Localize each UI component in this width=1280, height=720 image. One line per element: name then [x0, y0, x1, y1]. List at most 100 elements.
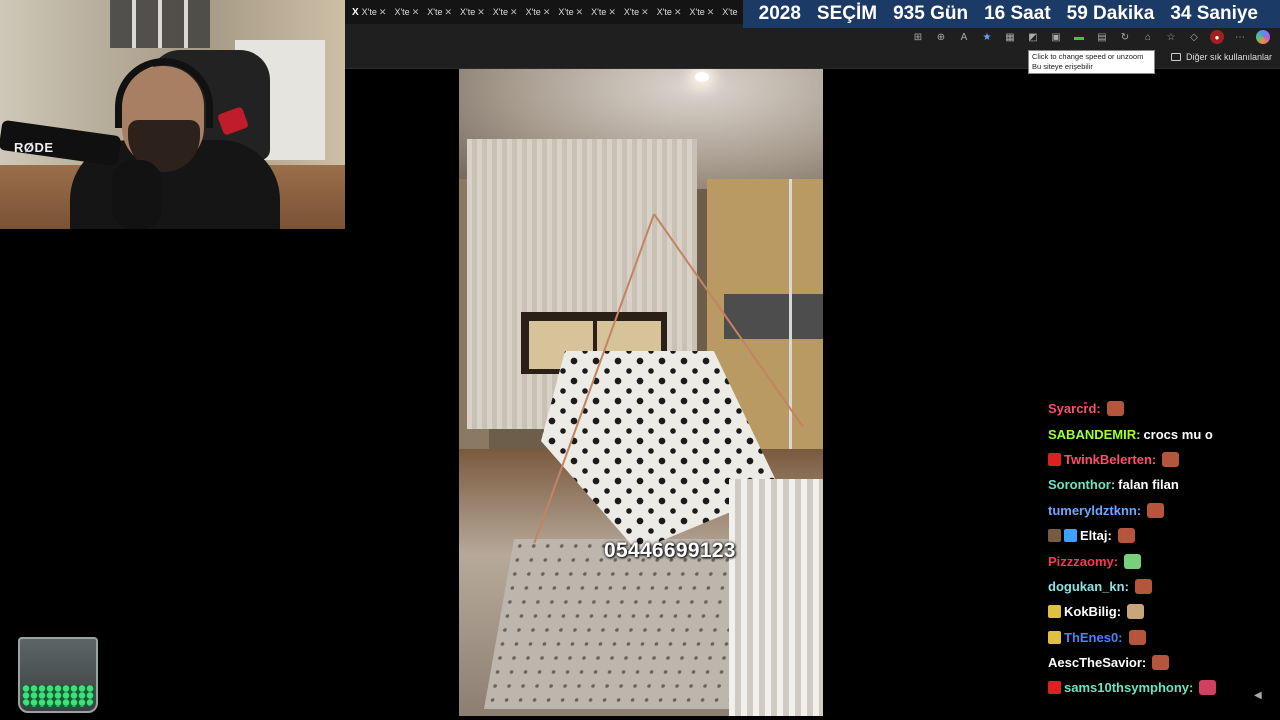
browser-tab[interactable]: X'te ✕	[391, 2, 422, 22]
election-countdown-banner: 2028 SEÇİM 935 Gün 16 Saat 59 Dakika 34 …	[742, 0, 1280, 28]
tooltip-line1: Click to change speed or unzoom	[1032, 52, 1144, 61]
user-badge-icon	[1048, 681, 1061, 695]
chat-username: dogukan_kn:	[1048, 578, 1129, 594]
emote-icon	[1117, 528, 1135, 544]
chat-username: KokBilig:	[1064, 604, 1122, 620]
countdown-days: 935 Gün	[893, 3, 969, 24]
close-icon[interactable]: ✕	[641, 7, 649, 18]
close-icon[interactable]: ✕	[707, 7, 715, 18]
webcam-feed: RØDE	[0, 0, 345, 229]
x-logo-icon: X	[352, 6, 359, 18]
screenshot-icon[interactable]: ▣	[1049, 30, 1063, 44]
close-icon[interactable]: ✕	[674, 7, 682, 18]
volume-icon[interactable]: ◀	[1254, 690, 1266, 702]
close-icon[interactable]: ✕	[510, 7, 518, 18]
browser-tab[interactable]: X'te ✕	[523, 2, 554, 22]
copilot-icon[interactable]	[1256, 30, 1270, 44]
countdown-year: 2028	[758, 3, 801, 24]
countdown-label: SEÇİM	[816, 3, 878, 24]
video-player[interactable]: 05446699123	[459, 69, 823, 716]
phone-number-overlay: 05446699123	[604, 539, 736, 562]
close-icon[interactable]: ✕	[576, 7, 584, 18]
profile-avatar[interactable]: ●	[1210, 30, 1224, 44]
chat-message: ThEnes0:	[1048, 625, 1280, 650]
tab-label: X'te	[558, 7, 574, 17]
browser-tab[interactable]: X'te ✕	[588, 2, 619, 22]
browser-tab[interactable]: X'te ✕	[490, 2, 521, 22]
chat-username: TwinkBelerten:	[1064, 451, 1157, 467]
speed-extension-icon[interactable]: ◩	[1026, 30, 1040, 44]
chat-message: Pizzzaomy:	[1048, 548, 1280, 573]
browser-tab[interactable]: X'te ✕	[654, 2, 685, 22]
green-extension-icon[interactable]: ▬	[1072, 30, 1086, 44]
close-icon[interactable]: ✕	[412, 7, 420, 18]
browser-tab[interactable]: X'te	[719, 2, 740, 22]
chat-username: ThEnes0:	[1064, 629, 1123, 645]
chat-username: Soronthor:	[1048, 477, 1116, 493]
tab-label: X'te	[394, 7, 410, 17]
chat-message: KokBilig:	[1048, 599, 1280, 624]
mic-brand-label: RØDE	[14, 140, 54, 155]
refresh-icon[interactable]: ↻	[1118, 30, 1132, 44]
shield-icon[interactable]: ◇	[1187, 30, 1201, 44]
emote-icon	[1134, 578, 1152, 594]
extensions-icon[interactable]: ▦	[1003, 30, 1017, 44]
user-badge-icon	[1048, 452, 1061, 466]
menu-dots-icon[interactable]: ⋯	[1233, 30, 1247, 44]
wardrobe-mirror	[724, 294, 823, 339]
browser-tab[interactable]: X'te ✕	[457, 2, 488, 22]
browser-tab[interactable]: X X'te ✕	[349, 2, 389, 22]
emote-icon	[1124, 553, 1142, 569]
jar-gems	[22, 685, 94, 707]
extension-tooltip: Click to change speed or unzoom Bu sitey…	[1028, 50, 1155, 74]
browser-tab[interactable]: X'te ✕	[621, 2, 652, 22]
cart-icon[interactable]: ⌂	[1141, 30, 1155, 44]
tab-label: X'te	[361, 7, 377, 17]
tab-label: X'te	[722, 7, 738, 17]
emote-icon	[1127, 604, 1145, 620]
chat-message: Soronthor: falan filan	[1048, 472, 1280, 497]
browser-toolbar: ⊞ ⊕ A ★ ▦ ◩ ▣ ▬ ▤ ↻ ⌂ ☆ ◇ ● ⋯	[345, 28, 1280, 46]
close-icon[interactable]: ✕	[608, 7, 616, 18]
chat-message: Syarcrd:	[1048, 396, 1280, 421]
close-icon[interactable]: ✕	[379, 7, 387, 18]
tab-label: X'te	[689, 7, 705, 17]
countdown-hours: 16 Saat	[984, 3, 1051, 24]
user-badge-icon	[1064, 529, 1077, 543]
tab-label: X'te	[427, 7, 443, 17]
zoom-icon[interactable]: ⊕	[934, 30, 948, 44]
baby-cot	[729, 479, 823, 716]
close-icon[interactable]: ✕	[543, 7, 551, 18]
browser-tab[interactable]: X'te ✕	[555, 2, 586, 22]
grid-icon[interactable]: ⊞	[911, 30, 925, 44]
user-badge-icon	[1048, 529, 1061, 543]
countdown-seconds: 34 Saniye	[1170, 3, 1258, 24]
other-bookmarks[interactable]: Diğer sık kullanılanlar	[1170, 52, 1272, 62]
emote-icon	[1106, 401, 1124, 417]
chat-username: SABANDEMIR:	[1048, 426, 1141, 442]
chat-username: Pizzzaomy:	[1048, 553, 1119, 569]
close-icon[interactable]: ✕	[444, 7, 452, 18]
chat-message: SABANDEMIR: crocs mu o	[1048, 421, 1280, 446]
read-aloud-icon[interactable]: A	[957, 30, 971, 44]
collections-icon[interactable]: ☆	[1164, 30, 1178, 44]
folder-icon	[1170, 53, 1181, 61]
tab-label: X'te	[492, 7, 509, 17]
close-icon[interactable]: ✕	[477, 7, 485, 18]
browser-tab[interactable]: X'te ✕	[424, 2, 455, 22]
chat-username: Syarcrd:	[1048, 401, 1101, 417]
chat-message: tumeryldztknn:	[1048, 498, 1280, 523]
tab-label: X'te	[525, 7, 541, 17]
tab-label: X'te	[656, 7, 672, 17]
wallet-icon[interactable]: ▤	[1095, 30, 1109, 44]
favorite-star-icon[interactable]: ★	[980, 30, 994, 44]
gem-jar-widget	[18, 637, 98, 713]
browser-tab[interactable]: X'te ✕	[686, 2, 717, 22]
chat-username: Eltaj:	[1080, 528, 1112, 544]
ceiling-light	[695, 72, 709, 82]
toolbar-icons: ⊞ ⊕ A ★ ▦ ◩ ▣ ▬ ▤ ↻ ⌂ ☆ ◇ ● ⋯	[902, 28, 1270, 46]
emote-icon	[1147, 502, 1165, 518]
chat-message: dogukan_kn:	[1048, 574, 1280, 599]
chat-text: crocs mu o	[1143, 426, 1213, 442]
wall-photos	[110, 0, 210, 48]
